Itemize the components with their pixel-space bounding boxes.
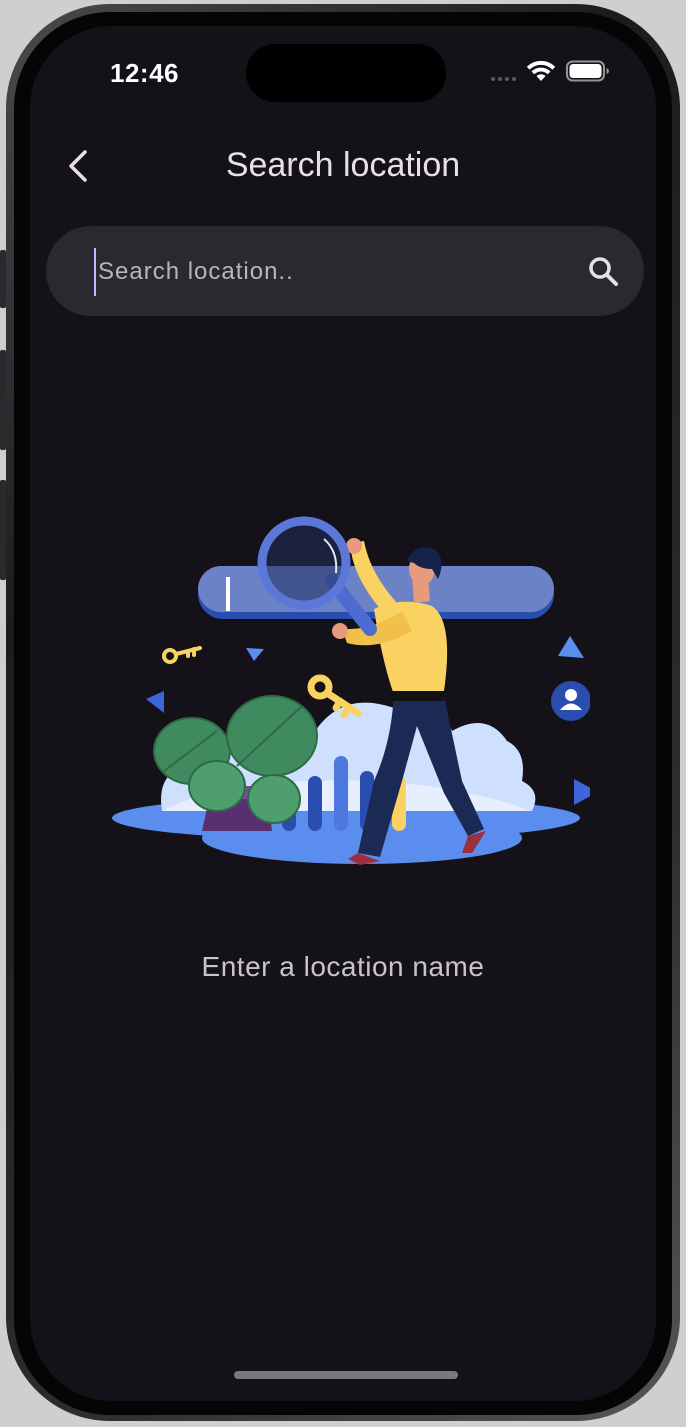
status-icons bbox=[491, 60, 610, 82]
dynamic-island bbox=[246, 44, 446, 102]
volume-down-button bbox=[0, 480, 6, 580]
app-header: Search location bbox=[30, 136, 656, 196]
page-title: Search location bbox=[225, 146, 461, 184]
app-screen: 12:46 Search location Search location.. … bbox=[30, 26, 656, 1401]
wifi-icon bbox=[526, 60, 556, 81]
search-illustration bbox=[112, 516, 590, 865]
empty-state-message: Enter a location name bbox=[201, 951, 485, 982]
cellular-signal-icon bbox=[491, 61, 516, 81]
home-indicator[interactable] bbox=[234, 1371, 458, 1379]
action-button bbox=[0, 250, 6, 308]
magnifier-icon[interactable] bbox=[586, 254, 620, 288]
status-time: 12:46 bbox=[110, 58, 179, 88]
search-input[interactable] bbox=[94, 248, 570, 296]
volume-up-button bbox=[0, 350, 6, 450]
search-bar[interactable] bbox=[46, 226, 644, 316]
battery-icon bbox=[566, 60, 609, 82]
